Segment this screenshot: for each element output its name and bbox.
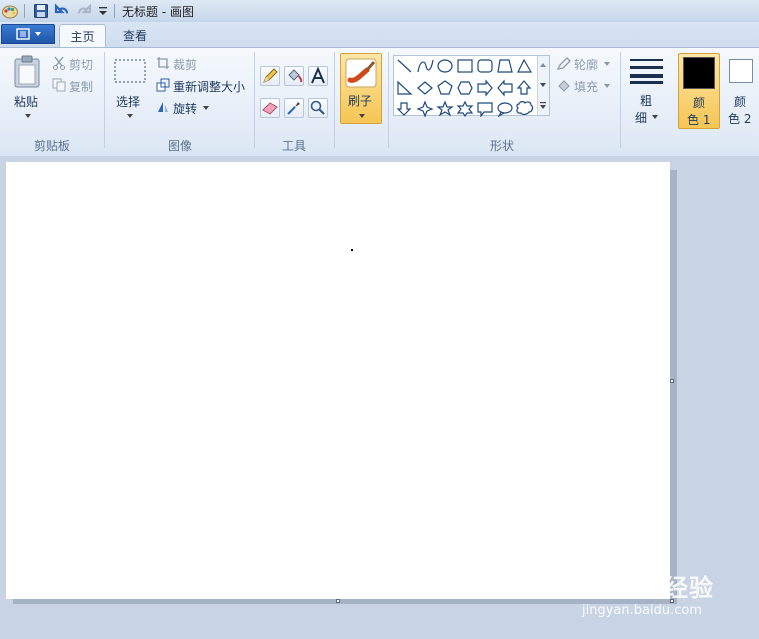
undo-icon[interactable] bbox=[54, 3, 70, 19]
color2-label-line1: 颜 bbox=[734, 95, 747, 109]
save-icon[interactable] bbox=[33, 3, 49, 19]
resize-icon[interactable] bbox=[156, 78, 170, 92]
shapes-group-label: 形状 bbox=[489, 139, 514, 153]
expand-gallery-icon bbox=[540, 102, 546, 109]
color1-label-line2: 色 1 bbox=[687, 113, 711, 127]
color-picker-tool[interactable] bbox=[284, 98, 304, 118]
pencil-icon bbox=[263, 68, 278, 83]
resize-handle-bottom[interactable] bbox=[336, 599, 340, 603]
shapes-scrollbar[interactable] bbox=[537, 56, 549, 115]
menu-icon bbox=[16, 28, 41, 40]
size-label-line2[interactable]: 细 bbox=[635, 109, 647, 126]
redo-icon[interactable] bbox=[76, 3, 92, 19]
group-separator bbox=[254, 52, 255, 148]
select-icon[interactable] bbox=[113, 57, 147, 85]
group-separator bbox=[334, 52, 335, 148]
fill-shape-button[interactable]: 填充 bbox=[574, 78, 598, 95]
tab-home[interactable]: 主页 bbox=[59, 24, 106, 48]
tab-view[interactable]: 查看 bbox=[112, 24, 158, 48]
fill-shape-icon[interactable] bbox=[556, 78, 572, 93]
eraser-icon bbox=[262, 102, 278, 115]
window-title: 无标题 - 画图 bbox=[122, 5, 194, 19]
rotate-icon[interactable] bbox=[156, 100, 170, 114]
select-dropdown-icon[interactable] bbox=[126, 113, 134, 119]
outline-button[interactable]: 轮廓 bbox=[574, 56, 598, 73]
cut-button[interactable]: 剪切 bbox=[69, 56, 93, 73]
fill-tool[interactable] bbox=[284, 66, 304, 86]
magnifier-icon bbox=[310, 100, 325, 115]
resize-handle-right[interactable] bbox=[670, 379, 674, 383]
clipboard-group-label: 剪贴板 bbox=[33, 139, 70, 153]
tools-group-label: 工具 bbox=[281, 139, 306, 153]
eraser-tool[interactable] bbox=[260, 98, 280, 118]
size-dropdown-icon[interactable] bbox=[651, 114, 659, 120]
application-menu-button[interactable] bbox=[1, 24, 55, 44]
color2-label-line2: 色 2 bbox=[728, 112, 752, 126]
color2-swatch bbox=[729, 59, 753, 83]
resize-button[interactable]: 重新调整大小 bbox=[173, 78, 245, 95]
paste-icon[interactable] bbox=[12, 55, 42, 89]
brushes-label: 刷子 bbox=[348, 94, 373, 108]
watermark-url: jingyan.baidu.com bbox=[582, 603, 702, 618]
shapes-grid-icon bbox=[396, 58, 534, 117]
color-picker-icon bbox=[287, 102, 300, 115]
paint-app-icon[interactable] bbox=[1, 2, 19, 20]
cut-icon[interactable] bbox=[52, 56, 66, 70]
paste-dropdown-icon[interactable] bbox=[24, 113, 32, 119]
canvas-dot bbox=[351, 249, 353, 251]
crop-icon[interactable] bbox=[156, 56, 170, 70]
color1-button[interactable]: 颜 色 1 bbox=[678, 53, 720, 129]
color2-button[interactable]: 颜 色 2 bbox=[724, 53, 759, 129]
customize-dropdown-icon[interactable] bbox=[97, 5, 109, 17]
scroll-down-icon bbox=[540, 83, 546, 87]
group-separator bbox=[104, 52, 105, 148]
select-button[interactable]: 选择 bbox=[116, 93, 140, 110]
rotate-button[interactable]: 旋转 bbox=[173, 100, 197, 117]
size-label-line1[interactable]: 粗 bbox=[640, 92, 652, 109]
copy-button[interactable]: 复制 bbox=[69, 78, 93, 95]
text-tool[interactable] bbox=[308, 66, 328, 86]
rotate-dropdown-icon[interactable] bbox=[202, 105, 210, 111]
group-separator bbox=[388, 52, 389, 148]
magnifier-tool[interactable] bbox=[308, 98, 328, 118]
outline-dropdown-icon[interactable] bbox=[603, 61, 611, 67]
color1-label-line1: 颜 bbox=[693, 96, 706, 110]
brushes-button[interactable]: 刷子 bbox=[340, 53, 382, 124]
copy-icon[interactable] bbox=[52, 78, 66, 92]
title-separator bbox=[114, 4, 115, 18]
brush-icon bbox=[345, 58, 377, 88]
group-separator bbox=[620, 52, 621, 148]
outline-icon[interactable] bbox=[556, 56, 572, 71]
line-size-icon[interactable] bbox=[630, 57, 664, 85]
pencil-tool[interactable] bbox=[260, 66, 280, 86]
brushes-dropdown-icon bbox=[359, 114, 365, 118]
fill-dropdown-icon[interactable] bbox=[603, 83, 611, 89]
paste-button[interactable]: 粘贴 bbox=[14, 93, 38, 110]
text-icon bbox=[311, 66, 325, 84]
drawing-canvas[interactable] bbox=[6, 162, 670, 599]
scroll-up-icon bbox=[540, 63, 546, 67]
qa-separator bbox=[24, 4, 25, 18]
fill-icon bbox=[288, 69, 303, 83]
image-group-label: 图像 bbox=[167, 139, 192, 153]
watermark-brand: Baidu经验 bbox=[582, 574, 714, 602]
quick-access-toolbar bbox=[1, 2, 19, 20]
shapes-gallery[interactable] bbox=[393, 55, 550, 117]
color1-swatch bbox=[683, 57, 715, 89]
crop-button[interactable]: 裁剪 bbox=[173, 56, 197, 73]
